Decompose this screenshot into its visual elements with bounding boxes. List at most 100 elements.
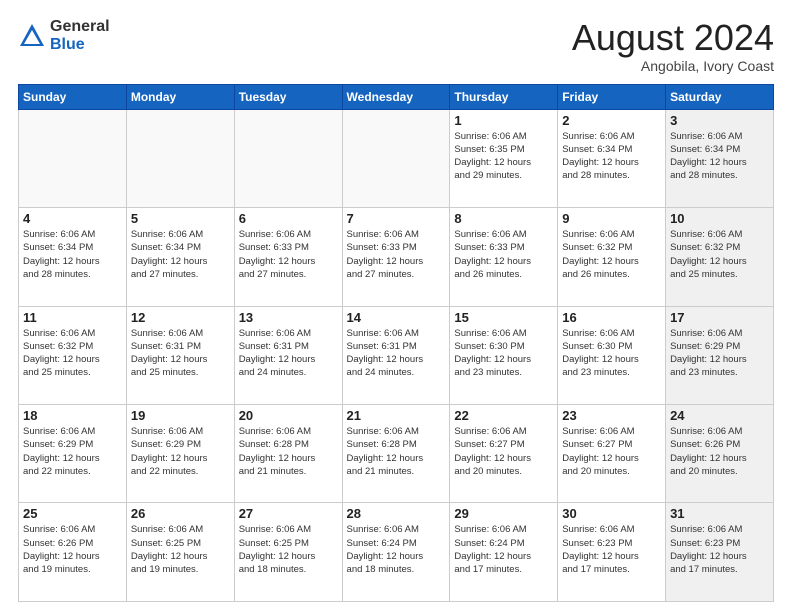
day-info: Sunrise: 6:06 AMSunset: 6:34 PMDaylight:… <box>670 130 769 183</box>
day-info: Sunrise: 6:06 AMSunset: 6:34 PMDaylight:… <box>562 130 661 183</box>
calendar-cell: 12 Sunrise: 6:06 AMSunset: 6:31 PMDayligh… <box>126 306 234 404</box>
calendar-cell: 21 Sunrise: 6:06 AMSunset: 6:28 PMDayligh… <box>342 405 450 503</box>
calendar-cell: 19 Sunrise: 6:06 AMSunset: 6:29 PMDayligh… <box>126 405 234 503</box>
day-number: 25 <box>23 506 122 521</box>
calendar-cell: 2Sunrise: 6:06 AMSunset: 6:34 PMDaylight… <box>558 109 666 207</box>
calendar: SundayMondayTuesdayWednesdayThursdayFrid… <box>18 84 774 602</box>
day-info: Sunrise: 6:06 AMSunset: 6:28 PMDaylight:… <box>347 425 446 478</box>
day-info: Sunrise: 6:06 AMSunset: 6:30 PMDaylight:… <box>454 327 553 380</box>
title-block: August 2024 Angobila, Ivory Coast <box>572 18 774 74</box>
calendar-cell: 29 Sunrise: 6:06 AMSunset: 6:24 PMDayligh… <box>450 503 558 602</box>
day-number: 31 <box>670 506 769 521</box>
calendar-cell: 5 Sunrise: 6:06 AMSunset: 6:34 PMDaylight… <box>126 208 234 306</box>
calendar-cell: 27Sunrise: 6:06 AMSunset: 6:25 PMDayligh… <box>234 503 342 602</box>
calendar-cell: 26 Sunrise: 6:06 AMSunset: 6:25 PMDayligh… <box>126 503 234 602</box>
day-info: Sunrise: 6:06 AMSunset: 6:33 PMDaylight:… <box>454 228 553 281</box>
day-header-sunday: Sunday <box>19 84 127 109</box>
day-header-saturday: Saturday <box>666 84 774 109</box>
day-number: 3 <box>670 113 769 128</box>
day-number: 4 <box>23 211 122 226</box>
calendar-cell: 1 Sunrise: 6:06 AMSunset: 6:35 PMDaylight… <box>450 109 558 207</box>
calendar-cell: 6 Sunrise: 6:06 AMSunset: 6:33 PMDaylight… <box>234 208 342 306</box>
calendar-cell: 10 Sunrise: 6:06 AMSunset: 6:32 PMDayligh… <box>666 208 774 306</box>
day-info: Sunrise: 6:06 AMSunset: 6:24 PMDaylight:… <box>347 523 446 576</box>
day-number: 14 <box>347 310 446 325</box>
day-number: 17 <box>670 310 769 325</box>
day-info: Sunrise: 6:06 AMSunset: 6:34 PMDaylight:… <box>131 228 230 281</box>
day-number: 12 <box>131 310 230 325</box>
day-info: Sunrise: 6:06 AMSunset: 6:34 PMDaylight:… <box>23 228 122 281</box>
day-info: Sunrise: 6:06 AMSunset: 6:27 PMDaylight:… <box>562 425 661 478</box>
calendar-cell: 14 Sunrise: 6:06 AMSunset: 6:31 PMDayligh… <box>342 306 450 404</box>
calendar-cell: 11Sunrise: 6:06 AMSunset: 6:32 PMDayligh… <box>19 306 127 404</box>
day-number: 8 <box>454 211 553 226</box>
calendar-cell <box>19 109 127 207</box>
calendar-cell <box>234 109 342 207</box>
day-number: 5 <box>131 211 230 226</box>
day-number: 6 <box>239 211 338 226</box>
day-info: Sunrise: 6:06 AMSunset: 6:31 PMDaylight:… <box>239 327 338 380</box>
day-number: 7 <box>347 211 446 226</box>
day-number: 22 <box>454 408 553 423</box>
day-info: Sunrise: 6:06 AMSunset: 6:29 PMDaylight:… <box>670 327 769 380</box>
calendar-cell: 20Sunrise: 6:06 AMSunset: 6:28 PMDayligh… <box>234 405 342 503</box>
page: General Blue August 2024 Angobila, Ivory… <box>0 0 792 612</box>
day-info: Sunrise: 6:06 AMSunset: 6:23 PMDaylight:… <box>670 523 769 576</box>
calendar-cell: 31 Sunrise: 6:06 AMSunset: 6:23 PMDayligh… <box>666 503 774 602</box>
day-info: Sunrise: 6:06 AMSunset: 6:35 PMDaylight:… <box>454 130 553 183</box>
day-info: Sunrise: 6:06 AMSunset: 6:25 PMDaylight:… <box>131 523 230 576</box>
day-number: 10 <box>670 211 769 226</box>
day-number: 30 <box>562 506 661 521</box>
calendar-cell <box>126 109 234 207</box>
day-info: Sunrise: 6:06 AMSunset: 6:32 PMDaylight:… <box>562 228 661 281</box>
day-info: Sunrise: 6:06 AMSunset: 6:23 PMDaylight:… <box>562 523 661 576</box>
calendar-cell <box>342 109 450 207</box>
day-header-friday: Friday <box>558 84 666 109</box>
day-header-thursday: Thursday <box>450 84 558 109</box>
calendar-cell: 16 Sunrise: 6:06 AMSunset: 6:30 PMDayligh… <box>558 306 666 404</box>
day-number: 29 <box>454 506 553 521</box>
day-info: Sunrise: 6:06 AMSunset: 6:33 PMDaylight:… <box>347 228 446 281</box>
day-number: 13 <box>239 310 338 325</box>
day-number: 26 <box>131 506 230 521</box>
day-info: Sunrise: 6:06 AMSunset: 6:29 PMDaylight:… <box>23 425 122 478</box>
month-title: August 2024 <box>572 18 774 58</box>
calendar-cell: 18Sunrise: 6:06 AMSunset: 6:29 PMDayligh… <box>19 405 127 503</box>
day-number: 28 <box>347 506 446 521</box>
day-info: Sunrise: 6:06 AMSunset: 6:32 PMDaylight:… <box>670 228 769 281</box>
calendar-cell: 8 Sunrise: 6:06 AMSunset: 6:33 PMDaylight… <box>450 208 558 306</box>
day-number: 19 <box>131 408 230 423</box>
calendar-cell: 15Sunrise: 6:06 AMSunset: 6:30 PMDayligh… <box>450 306 558 404</box>
logo-general-text: General <box>50 18 110 35</box>
calendar-cell: 25Sunrise: 6:06 AMSunset: 6:26 PMDayligh… <box>19 503 127 602</box>
calendar-cell: 17 Sunrise: 6:06 AMSunset: 6:29 PMDayligh… <box>666 306 774 404</box>
header: General Blue August 2024 Angobila, Ivory… <box>18 18 774 74</box>
calendar-cell: 28 Sunrise: 6:06 AMSunset: 6:24 PMDayligh… <box>342 503 450 602</box>
day-number: 16 <box>562 310 661 325</box>
location: Angobila, Ivory Coast <box>572 58 774 74</box>
day-number: 24 <box>670 408 769 423</box>
day-info: Sunrise: 6:06 AMSunset: 6:24 PMDaylight:… <box>454 523 553 576</box>
day-number: 11 <box>23 310 122 325</box>
day-info: Sunrise: 6:06 AMSunset: 6:33 PMDaylight:… <box>239 228 338 281</box>
day-info: Sunrise: 6:06 AMSunset: 6:31 PMDaylight:… <box>347 327 446 380</box>
calendar-cell: 23 Sunrise: 6:06 AMSunset: 6:27 PMDayligh… <box>558 405 666 503</box>
day-info: Sunrise: 6:06 AMSunset: 6:29 PMDaylight:… <box>131 425 230 478</box>
day-header-tuesday: Tuesday <box>234 84 342 109</box>
calendar-cell: 7 Sunrise: 6:06 AMSunset: 6:33 PMDaylight… <box>342 208 450 306</box>
day-number: 23 <box>562 408 661 423</box>
calendar-cell: 24 Sunrise: 6:06 AMSunset: 6:26 PMDayligh… <box>666 405 774 503</box>
day-number: 9 <box>562 211 661 226</box>
logo-blue-text: Blue <box>50 36 85 53</box>
day-info: Sunrise: 6:06 AMSunset: 6:26 PMDaylight:… <box>670 425 769 478</box>
calendar-cell: 22Sunrise: 6:06 AMSunset: 6:27 PMDayligh… <box>450 405 558 503</box>
calendar-cell: 30 Sunrise: 6:06 AMSunset: 6:23 PMDayligh… <box>558 503 666 602</box>
day-info: Sunrise: 6:06 AMSunset: 6:31 PMDaylight:… <box>131 327 230 380</box>
day-number: 21 <box>347 408 446 423</box>
logo: General Blue <box>18 18 110 53</box>
calendar-cell: 4 Sunrise: 6:06 AMSunset: 6:34 PMDaylight… <box>19 208 127 306</box>
day-info: Sunrise: 6:06 AMSunset: 6:30 PMDaylight:… <box>562 327 661 380</box>
day-info: Sunrise: 6:06 AMSunset: 6:28 PMDaylight:… <box>239 425 338 478</box>
day-number: 1 <box>454 113 553 128</box>
calendar-cell: 13 Sunrise: 6:06 AMSunset: 6:31 PMDayligh… <box>234 306 342 404</box>
